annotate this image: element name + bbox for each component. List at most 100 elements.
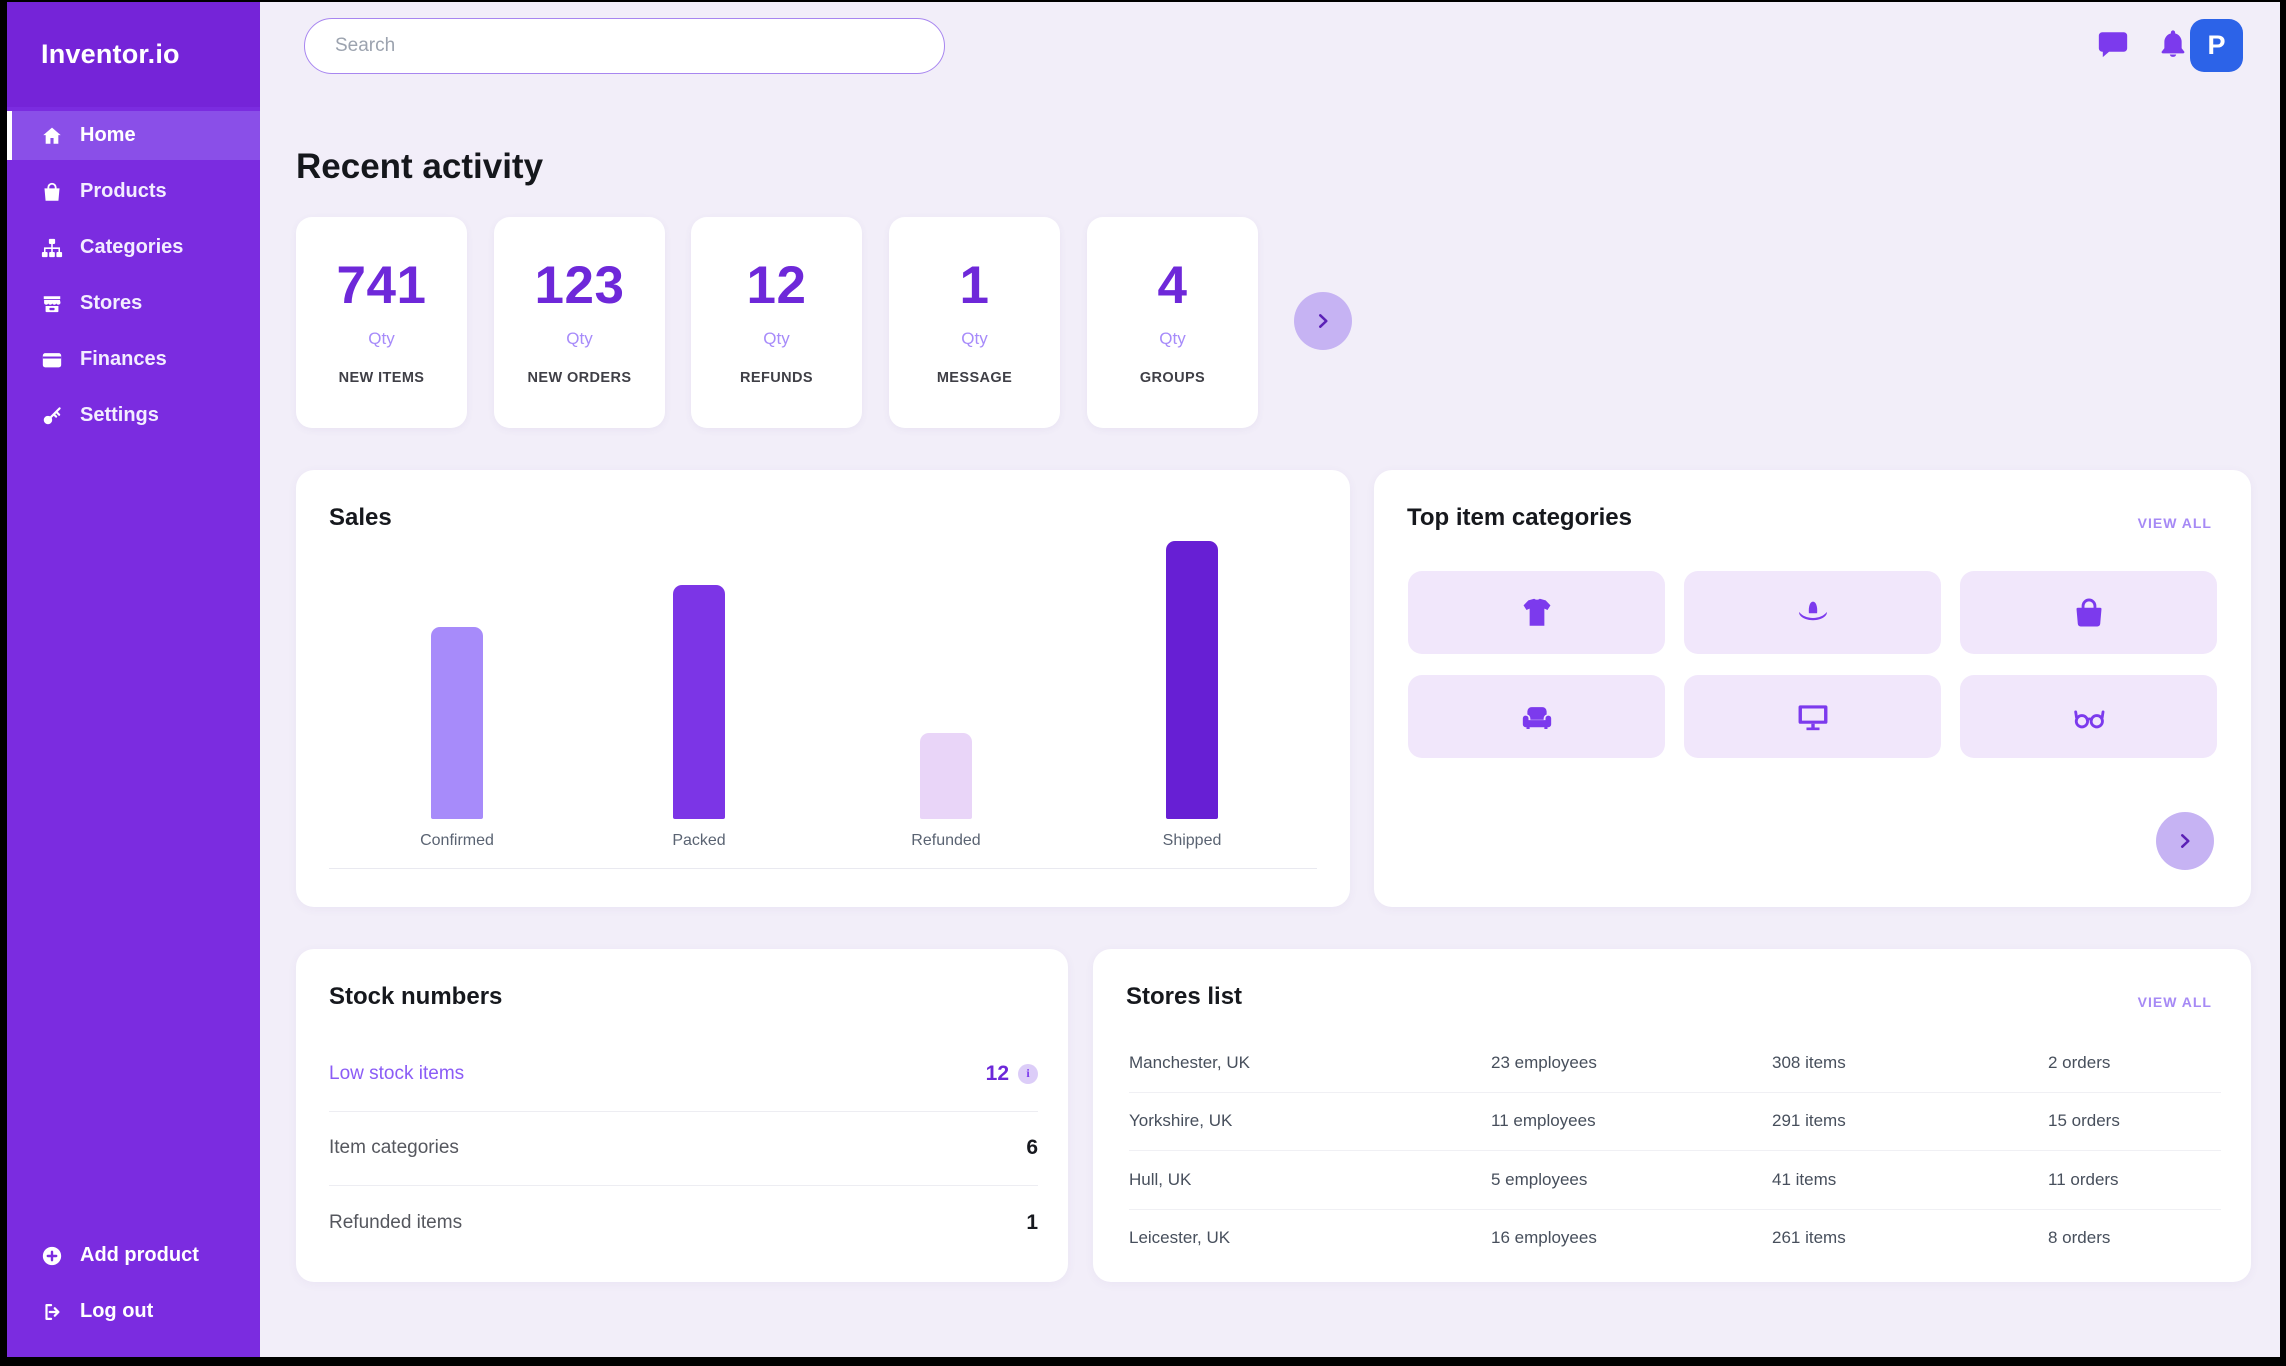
home-icon: [41, 125, 63, 147]
category-tile-hats[interactable]: [1684, 571, 1941, 654]
store-orders: 11 orders: [2048, 1170, 2221, 1190]
sidebar-item-finances[interactable]: Finances: [7, 335, 260, 384]
wallet-icon: [41, 349, 63, 371]
add-product-button[interactable]: Add product: [7, 1231, 260, 1280]
stat-unit: Qty: [566, 329, 592, 349]
stat-unit: Qty: [1159, 329, 1185, 349]
cowboy-hat-icon: [1796, 596, 1830, 630]
stores-list-panel: Stores list VIEW ALL Manchester, UK 23 e…: [1093, 949, 2251, 1282]
sidebar-nav: Home Products Categories: [7, 111, 260, 440]
storefront-icon: [41, 293, 63, 315]
avatar[interactable]: P: [2190, 19, 2243, 72]
divider: [329, 868, 1317, 869]
top-categories-panel: Top item categories VIEW ALL: [1374, 470, 2251, 907]
store-orders: 2 orders: [2048, 1053, 2221, 1073]
stock-row-label[interactable]: Low stock items: [329, 1063, 464, 1085]
stat-card-message: 1 Qty MESSAGE: [889, 217, 1060, 428]
key-icon: [41, 405, 63, 427]
sidebar-footer: Add product Log out: [7, 1231, 260, 1343]
stat-value: 741: [337, 259, 427, 312]
stat-card-groups: 4 Qty GROUPS: [1087, 217, 1258, 428]
search-input[interactable]: [304, 18, 945, 74]
sidebar-item-label: Finances: [80, 348, 167, 371]
top-categories-title: Top item categories: [1407, 504, 1632, 532]
main-content: P Recent activity 741 Qty NEW ITEMS 123 …: [260, 2, 2280, 1357]
store-location: Hull, UK: [1129, 1170, 1491, 1190]
sidebar-item-label: Home: [80, 124, 136, 147]
bar-label-confirmed: Confirmed: [397, 832, 517, 850]
sidebar-item-home[interactable]: Home: [7, 111, 260, 160]
stat-card-refunds: 12 Qty REFUNDS: [691, 217, 862, 428]
store-employees: 16 employees: [1491, 1228, 1772, 1248]
store-row-hull: Hull, UK 5 employees 41 items 11 orders: [1129, 1151, 2221, 1210]
sidebar-item-categories[interactable]: Categories: [7, 223, 260, 272]
tshirt-icon: [1520, 596, 1554, 630]
search-bar: [304, 18, 945, 74]
category-tile-bags[interactable]: [1960, 571, 2217, 654]
store-items: 261 items: [1772, 1228, 2048, 1248]
sales-title: Sales: [329, 504, 392, 532]
page-title: Recent activity: [296, 147, 543, 187]
categories-next-button[interactable]: [2156, 812, 2214, 870]
category-tile-furniture[interactable]: [1408, 675, 1665, 758]
stat-label: NEW ORDERS: [528, 370, 632, 386]
store-location: Yorkshire, UK: [1129, 1111, 1491, 1131]
category-tile-electronics[interactable]: [1684, 675, 1941, 758]
sales-panel: Sales Confirmed Packed Refunded Shipped: [296, 470, 1350, 907]
stat-unit: Qty: [763, 329, 789, 349]
chevron-right-icon: [1312, 310, 1334, 332]
stock-rows: Low stock items 12 Item categories 6 Ref…: [329, 1037, 1038, 1260]
sales-bar-confirmed: [431, 627, 483, 819]
store-location: Leicester, UK: [1129, 1228, 1491, 1248]
stock-numbers-panel: Stock numbers Low stock items 12 Item ca…: [296, 949, 1068, 1282]
sidebar-item-label: Settings: [80, 404, 159, 427]
plus-circle-icon: [41, 1245, 63, 1267]
stat-value: 123: [535, 259, 625, 312]
shopping-bag-icon: [2072, 596, 2106, 630]
store-orders: 15 orders: [2048, 1111, 2221, 1131]
stat-label: REFUNDS: [740, 370, 813, 386]
sidebar-item-label: Products: [80, 180, 167, 203]
notifications-button[interactable]: [2156, 27, 2190, 61]
sidebar: Inventor.io Home Products: [7, 2, 260, 1357]
stat-unit: Qty: [368, 329, 394, 349]
stores-view-all-link[interactable]: VIEW ALL: [2132, 993, 2218, 1011]
couch-icon: [1520, 700, 1554, 734]
stock-row-label: Item categories: [329, 1137, 459, 1159]
chevron-right-icon: [2174, 830, 2196, 852]
sitemap-icon: [41, 237, 63, 259]
sidebar-item-label: Stores: [80, 292, 142, 315]
store-items: 291 items: [1772, 1111, 2048, 1131]
sales-bar-refunded: [920, 733, 972, 819]
log-out-button[interactable]: Log out: [7, 1287, 260, 1336]
stock-row-low-stock[interactable]: Low stock items 12: [329, 1037, 1038, 1112]
shopping-bag-icon: [41, 181, 63, 203]
store-employees: 23 employees: [1491, 1053, 1772, 1073]
stock-numbers-title: Stock numbers: [329, 983, 502, 1011]
monitor-icon: [1796, 700, 1830, 734]
store-employees: 5 employees: [1491, 1170, 1772, 1190]
app-window: Inventor.io Home Products: [7, 2, 2280, 1357]
store-row-manchester: Manchester, UK 23 employees 308 items 2 …: [1129, 1034, 2221, 1093]
store-row-yorkshire: Yorkshire, UK 11 employees 291 items 15 …: [1129, 1093, 2221, 1152]
info-icon[interactable]: [1018, 1064, 1038, 1084]
stores-list-title: Stores list: [1126, 983, 1242, 1011]
category-tile-clothing[interactable]: [1408, 571, 1665, 654]
store-orders: 8 orders: [2048, 1228, 2221, 1248]
sidebar-item-settings[interactable]: Settings: [7, 391, 260, 440]
store-employees: 11 employees: [1491, 1111, 1772, 1131]
sidebar-item-products[interactable]: Products: [7, 167, 260, 216]
store-location: Manchester, UK: [1129, 1053, 1491, 1073]
category-tile-eyewear[interactable]: [1960, 675, 2217, 758]
glasses-icon: [2072, 700, 2106, 734]
categories-view-all-link[interactable]: VIEW ALL: [2132, 514, 2218, 532]
stat-card-new-items: 741 Qty NEW ITEMS: [296, 217, 467, 428]
stock-row-value: 12: [986, 1062, 1009, 1086]
stat-label: GROUPS: [1140, 370, 1205, 386]
stat-card-new-orders: 123 Qty NEW ORDERS: [494, 217, 665, 428]
store-row-leicester: Leicester, UK 16 employees 261 items 8 o…: [1129, 1210, 2221, 1268]
store-items: 41 items: [1772, 1170, 2048, 1190]
messages-button[interactable]: [2096, 28, 2130, 62]
sidebar-item-stores[interactable]: Stores: [7, 279, 260, 328]
stats-next-button[interactable]: [1294, 292, 1352, 350]
